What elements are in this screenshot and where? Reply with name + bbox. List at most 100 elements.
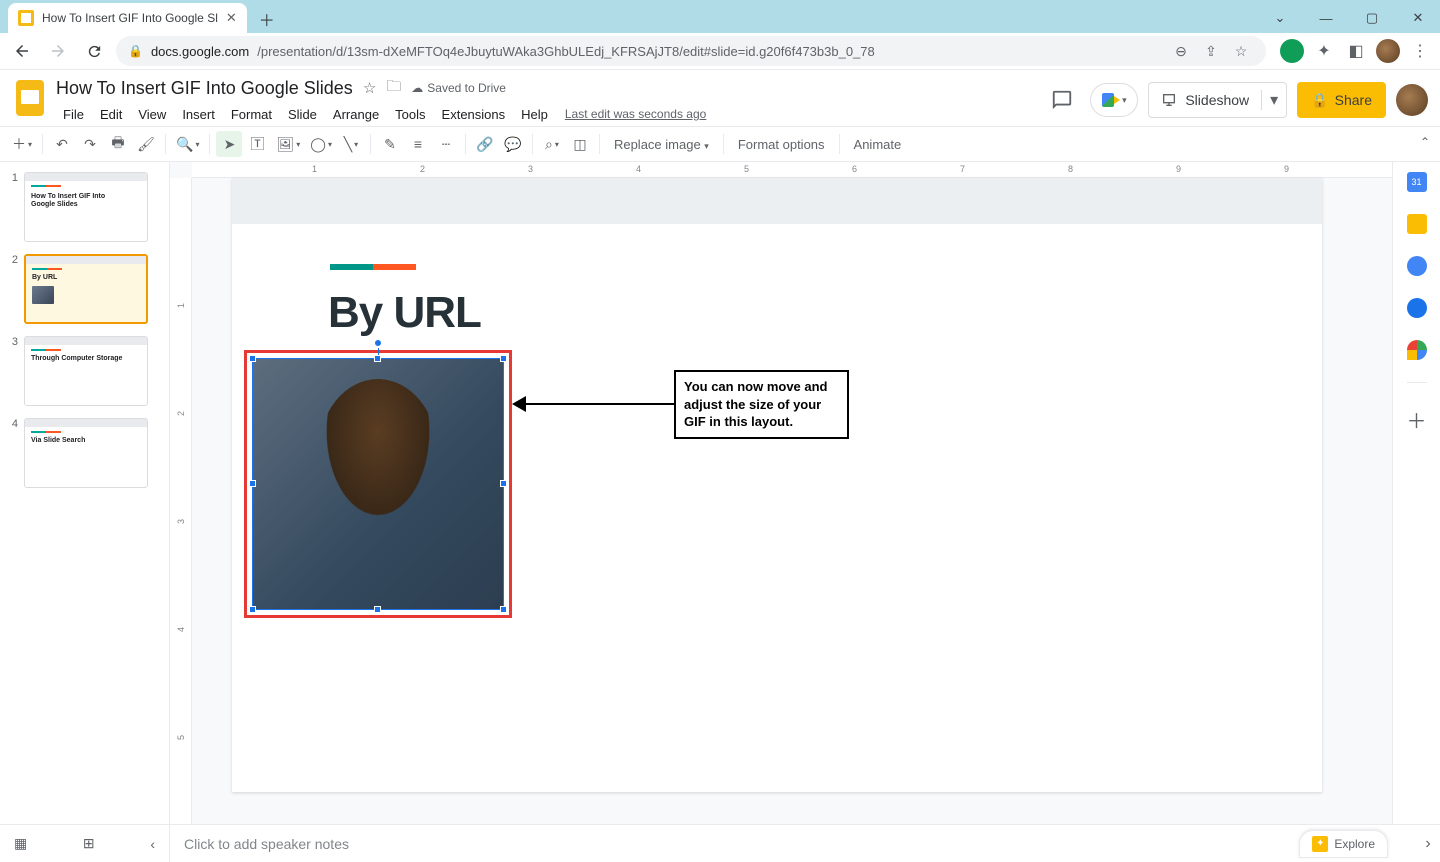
- close-tab-icon[interactable]: ✕: [226, 10, 237, 26]
- slide-thumbnail-4[interactable]: Via Slide Search: [24, 418, 148, 488]
- speaker-notes-input[interactable]: Click to add speaker notes: [170, 836, 1299, 852]
- slides-logo[interactable]: [12, 80, 48, 116]
- replace-image-button[interactable]: Replace image ▾: [606, 137, 717, 152]
- paint-format-button[interactable]: 🖌: [133, 131, 159, 157]
- collapse-filmstrip-icon[interactable]: ‹: [150, 836, 155, 852]
- add-addon-icon[interactable]: ＋: [1407, 405, 1427, 434]
- resize-handle[interactable]: [500, 606, 507, 613]
- hide-side-panel-icon[interactable]: ›: [1416, 835, 1440, 853]
- move-icon[interactable]: 🗀: [386, 76, 401, 101]
- explore-button[interactable]: ✦ Explore: [1299, 830, 1388, 858]
- menu-file[interactable]: File: [56, 105, 91, 124]
- selected-gif-image[interactable]: [244, 350, 512, 618]
- border-weight-button[interactable]: ≡: [405, 131, 431, 157]
- slideshow-dropdown[interactable]: ▾: [1261, 90, 1286, 110]
- contacts-icon[interactable]: [1407, 298, 1427, 318]
- animate-button[interactable]: Animate: [846, 137, 910, 152]
- url-host: docs.google.com: [151, 44, 249, 59]
- keep-icon[interactable]: [1407, 214, 1427, 234]
- slides-favicon: [18, 10, 34, 26]
- undo-button[interactable]: ↶: [49, 131, 75, 157]
- maps-icon[interactable]: [1407, 340, 1427, 360]
- bookmark-icon[interactable]: ☆: [1228, 38, 1254, 64]
- window-controls: ⌄ — ▢ ✕: [1258, 3, 1440, 33]
- back-button[interactable]: [8, 37, 36, 65]
- reload-button[interactable]: [80, 37, 108, 65]
- calendar-icon[interactable]: [1407, 172, 1427, 192]
- comments-icon[interactable]: [1044, 82, 1080, 118]
- share-page-icon[interactable]: ⇪: [1198, 38, 1224, 64]
- minimize-icon[interactable]: —: [1304, 3, 1348, 33]
- annotation-arrow: [514, 403, 674, 405]
- grid-view-icon[interactable]: ⊞: [83, 835, 95, 852]
- meet-button[interactable]: ▾: [1090, 83, 1138, 117]
- resize-handle[interactable]: [374, 355, 381, 362]
- slideshow-button[interactable]: Slideshow ▾: [1148, 82, 1287, 118]
- menu-tools[interactable]: Tools: [388, 105, 432, 124]
- maximize-icon[interactable]: ▢: [1350, 3, 1394, 33]
- ruler-horizontal: 1 2 3 4 5 6 7 8 9 9: [192, 162, 1440, 178]
- mask-button[interactable]: ◫: [567, 131, 593, 157]
- crop-button[interactable]: ⌕: [539, 131, 565, 157]
- side-panel-icon[interactable]: ◧: [1344, 39, 1368, 63]
- resize-handle[interactable]: [374, 606, 381, 613]
- browser-menu-icon[interactable]: ⋮: [1408, 39, 1432, 63]
- menu-slide[interactable]: Slide: [281, 105, 324, 124]
- print-button[interactable]: 🖶: [105, 131, 131, 157]
- slide-thumbnail-1[interactable]: How To Insert GIF Into Google Slides: [24, 172, 148, 242]
- resize-handle[interactable]: [249, 606, 256, 613]
- shape-tool[interactable]: ◯: [306, 131, 336, 157]
- new-slide-button[interactable]: ＋: [8, 131, 36, 157]
- border-dash-button[interactable]: ┄: [433, 131, 459, 157]
- browser-tab[interactable]: How To Insert GIF Into Google Sl ✕: [8, 3, 247, 33]
- tasks-icon[interactable]: [1407, 256, 1427, 276]
- new-tab-button[interactable]: ＋: [253, 5, 281, 33]
- rotate-handle[interactable]: [374, 339, 382, 347]
- resize-handle[interactable]: [249, 355, 256, 362]
- star-icon[interactable]: ☆: [363, 79, 376, 97]
- close-window-icon[interactable]: ✕: [1396, 3, 1440, 33]
- slide-title[interactable]: By URL: [328, 288, 481, 338]
- browser-tab-strip: How To Insert GIF Into Google Sl ✕ ＋ ⌄ —…: [0, 0, 1440, 33]
- resize-handle[interactable]: [500, 355, 507, 362]
- last-edit-link[interactable]: Last edit was seconds ago: [565, 107, 706, 121]
- link-button[interactable]: 🔗: [472, 131, 498, 157]
- image-tool[interactable]: 🖼: [272, 131, 304, 157]
- profile-avatar[interactable]: [1376, 39, 1400, 63]
- menu-insert[interactable]: Insert: [175, 105, 222, 124]
- menu-view[interactable]: View: [131, 105, 173, 124]
- extensions-icon[interactable]: ✦: [1312, 39, 1336, 63]
- format-options-button[interactable]: Format options: [730, 137, 833, 152]
- chevron-down-icon[interactable]: ⌄: [1258, 3, 1302, 33]
- textbox-tool[interactable]: 🅃: [244, 131, 270, 157]
- account-avatar[interactable]: [1396, 84, 1428, 116]
- forward-button[interactable]: [44, 37, 72, 65]
- share-button[interactable]: 🔒 Share: [1297, 82, 1386, 118]
- border-color-button[interactable]: ✎: [377, 131, 403, 157]
- menu-format[interactable]: Format: [224, 105, 279, 124]
- menu-arrange[interactable]: Arrange: [326, 105, 386, 124]
- redo-button[interactable]: ↷: [77, 131, 103, 157]
- zoom-button[interactable]: 🔍: [172, 131, 203, 157]
- document-title[interactable]: How To Insert GIF Into Google Slides: [56, 78, 353, 99]
- zoom-icon[interactable]: ⊖: [1168, 38, 1194, 64]
- grammarly-icon[interactable]: [1280, 39, 1304, 63]
- menu-help[interactable]: Help: [514, 105, 555, 124]
- resize-handle[interactable]: [249, 480, 256, 487]
- slide-thumbnail-2[interactable]: By URL: [24, 254, 148, 324]
- filmstrip[interactable]: 1 How To Insert GIF Into Google Slides 2…: [0, 162, 170, 824]
- address-bar[interactable]: 🔒 docs.google.com/presentation/d/13sm-dX…: [116, 36, 1266, 66]
- slide-thumbnail-3[interactable]: Through Computer Storage: [24, 336, 148, 406]
- resize-handle[interactable]: [500, 480, 507, 487]
- select-tool[interactable]: ➤: [216, 131, 242, 157]
- saved-status[interactable]: ☁ Saved to Drive: [411, 81, 506, 95]
- app-header: How To Insert GIF Into Google Slides ☆ 🗀…: [0, 70, 1440, 126]
- menu-extensions[interactable]: Extensions: [435, 105, 513, 124]
- menu-edit[interactable]: Edit: [93, 105, 129, 124]
- line-tool[interactable]: ╲: [338, 131, 364, 157]
- collapse-toolbar-icon[interactable]: ⌃: [1420, 135, 1430, 149]
- slide-canvas[interactable]: By URL You can now move and adjust the s…: [232, 178, 1322, 792]
- comment-button[interactable]: 💬: [500, 131, 526, 157]
- canvas-area[interactable]: 1 2 3 4 5 6 7 8 9 9 1 2 3 4 5 By URL: [170, 162, 1440, 824]
- filmstrip-view-icon[interactable]: ▦: [14, 835, 27, 852]
